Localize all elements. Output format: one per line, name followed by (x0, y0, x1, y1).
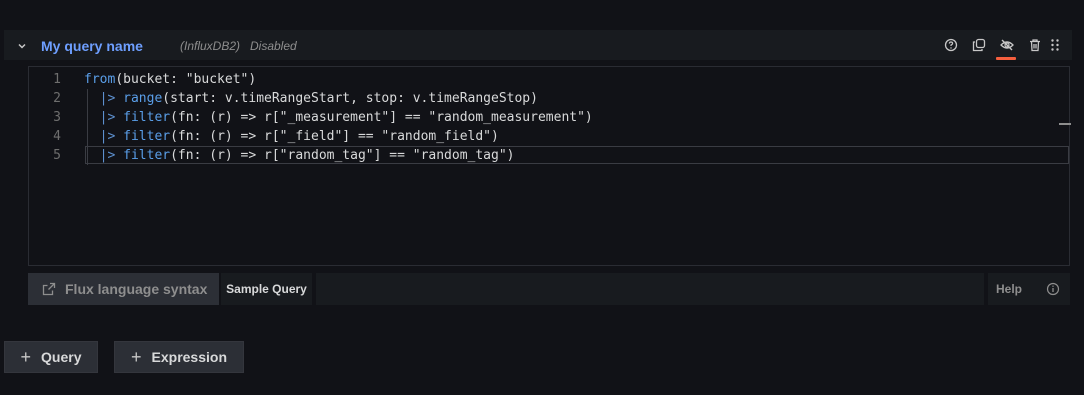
code-text: from(bucket: "bucket") (84, 72, 257, 87)
drag-handle-icon[interactable] (1048, 38, 1062, 52)
line-number: 1 (53, 72, 61, 87)
add-query-button[interactable]: + Query (4, 341, 98, 373)
plus-icon: + (20, 346, 32, 367)
help-button[interactable]: Help (988, 273, 1070, 305)
trash-icon[interactable] (1028, 38, 1042, 52)
add-query-label: Query (41, 349, 82, 365)
code-text: |> filter(fn: (r) => r["random_tag"] == … (99, 148, 515, 163)
add-expression-button[interactable]: + Expression (114, 341, 244, 373)
add-expression-label: Expression (151, 349, 227, 365)
info-icon (1046, 282, 1060, 296)
line-number: 3 (53, 110, 61, 125)
code-text: |> range(start: v.timeRangeStart, stop: … (99, 91, 538, 106)
plus-icon: + (131, 346, 142, 367)
code-line[interactable]: 4 |> filter(fn: (r) => r["_field"] == "r… (29, 127, 1069, 146)
duplicate-icon[interactable] (972, 38, 986, 52)
datasource-name: (InfluxDB2) (180, 39, 241, 53)
active-indicator (996, 57, 1016, 60)
code-line[interactable]: 5 |> filter(fn: (r) => r["random_tag"] =… (29, 146, 1069, 165)
flux-syntax-label: Flux language syntax (65, 281, 208, 297)
query-status: Disabled (250, 39, 297, 53)
code-editor[interactable]: 1 from(bucket: "bucket") 2 |> range(start:… (28, 66, 1071, 266)
flux-syntax-link[interactable]: Flux language syntax (28, 273, 219, 305)
code-line[interactable]: 3 |> filter(fn: (r) => r["_measurement"]… (29, 108, 1069, 127)
code-text: |> filter(fn: (r) => r["_field"] == "ran… (99, 129, 499, 144)
code-line[interactable]: 1 from(bucket: "bucket") (29, 70, 1069, 89)
sample-query-select[interactable] (316, 273, 984, 305)
eye-off-icon[interactable] (1000, 38, 1014, 52)
line-number: 2 (53, 91, 61, 106)
code-line[interactable]: 2 |> range(start: v.timeRangeStart, stop… (29, 89, 1069, 108)
query-header: My query name (InfluxDB2) Disabled (4, 30, 1072, 60)
help-icon[interactable] (944, 38, 958, 52)
external-link-icon (42, 282, 56, 296)
query-name[interactable]: My query name (41, 38, 143, 54)
chevron-down-icon[interactable] (16, 39, 28, 51)
help-label: Help (996, 282, 1023, 296)
line-number: 5 (53, 148, 61, 163)
code-text: |> filter(fn: (r) => r["_measurement"] =… (99, 110, 593, 125)
sample-query-label: Sample Query (221, 273, 312, 305)
line-number: 4 (53, 129, 61, 144)
